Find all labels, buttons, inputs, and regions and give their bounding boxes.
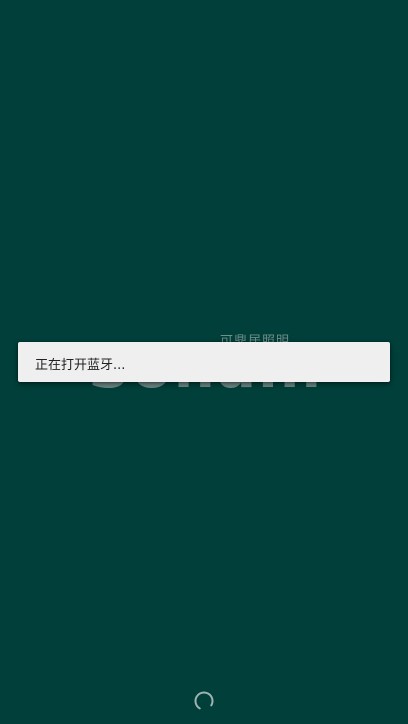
dialog-message: 正在打开蓝牙... (35, 358, 126, 373)
progress-dialog: 正在打开蓝牙... (18, 342, 390, 382)
splash-screen: 可鼎居照明 Sonani 正在打开蓝牙... (0, 0, 408, 724)
loading-spinner-icon (194, 691, 214, 711)
